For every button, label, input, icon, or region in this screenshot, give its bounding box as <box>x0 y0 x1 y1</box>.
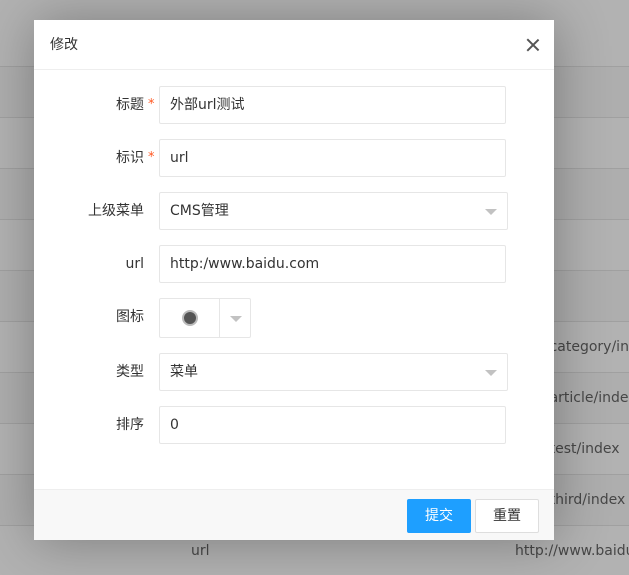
sort-input[interactable]: 0 <box>159 406 506 444</box>
form-row-title: 标题 * 外部url测试 <box>34 86 554 124</box>
icon-picker[interactable] <box>159 298 251 338</box>
icon-label: 图标 <box>116 309 144 325</box>
icon-preview <box>160 299 220 337</box>
circle-icon <box>182 310 198 326</box>
required-mark: * <box>148 150 155 165</box>
url-input[interactable]: http:/www.baidu.com <box>159 245 506 283</box>
identifier-label: 标识 <box>116 150 144 166</box>
type-value: 菜单 <box>170 364 198 380</box>
url-label: url <box>125 256 144 272</box>
title-label: 标题 <box>116 97 144 113</box>
sort-label: 排序 <box>116 417 144 433</box>
required-mark: * <box>148 97 155 112</box>
caret-down-icon <box>230 316 242 322</box>
parent-menu-label: 上级菜单 <box>88 203 144 219</box>
form-row-url: url http:/www.baidu.com <box>34 245 554 283</box>
form-row-identifier: 标识 * url <box>34 139 554 177</box>
submit-button[interactable]: 提交 <box>407 499 471 533</box>
type-select[interactable]: 菜单 <box>159 353 508 391</box>
parent-menu-value: CMS管理 <box>170 203 229 219</box>
parent-menu-select[interactable]: CMS管理 <box>159 192 508 230</box>
type-label: 类型 <box>116 364 144 380</box>
caret-down-icon <box>485 209 497 215</box>
form-row-icon: 图标 <box>34 298 554 338</box>
edit-dialog: 修改 标题 * 外部url测试 标识 * url 上级菜单 CMS管理 url … <box>34 20 554 540</box>
title-input[interactable]: 外部url测试 <box>159 86 506 124</box>
caret-down-icon <box>485 370 497 376</box>
form-row-type: 类型 菜单 <box>34 353 554 391</box>
close-icon[interactable] <box>524 36 542 54</box>
form-row-sort: 排序 0 <box>34 406 554 444</box>
dialog-footer: 提交 重置 <box>34 489 554 540</box>
identifier-input[interactable]: url <box>159 139 506 177</box>
reset-button[interactable]: 重置 <box>475 499 539 533</box>
dialog-title: 修改 <box>50 37 78 53</box>
dialog-header: 修改 <box>34 20 554 70</box>
form-row-parent-menu: 上级菜单 CMS管理 <box>34 192 554 230</box>
